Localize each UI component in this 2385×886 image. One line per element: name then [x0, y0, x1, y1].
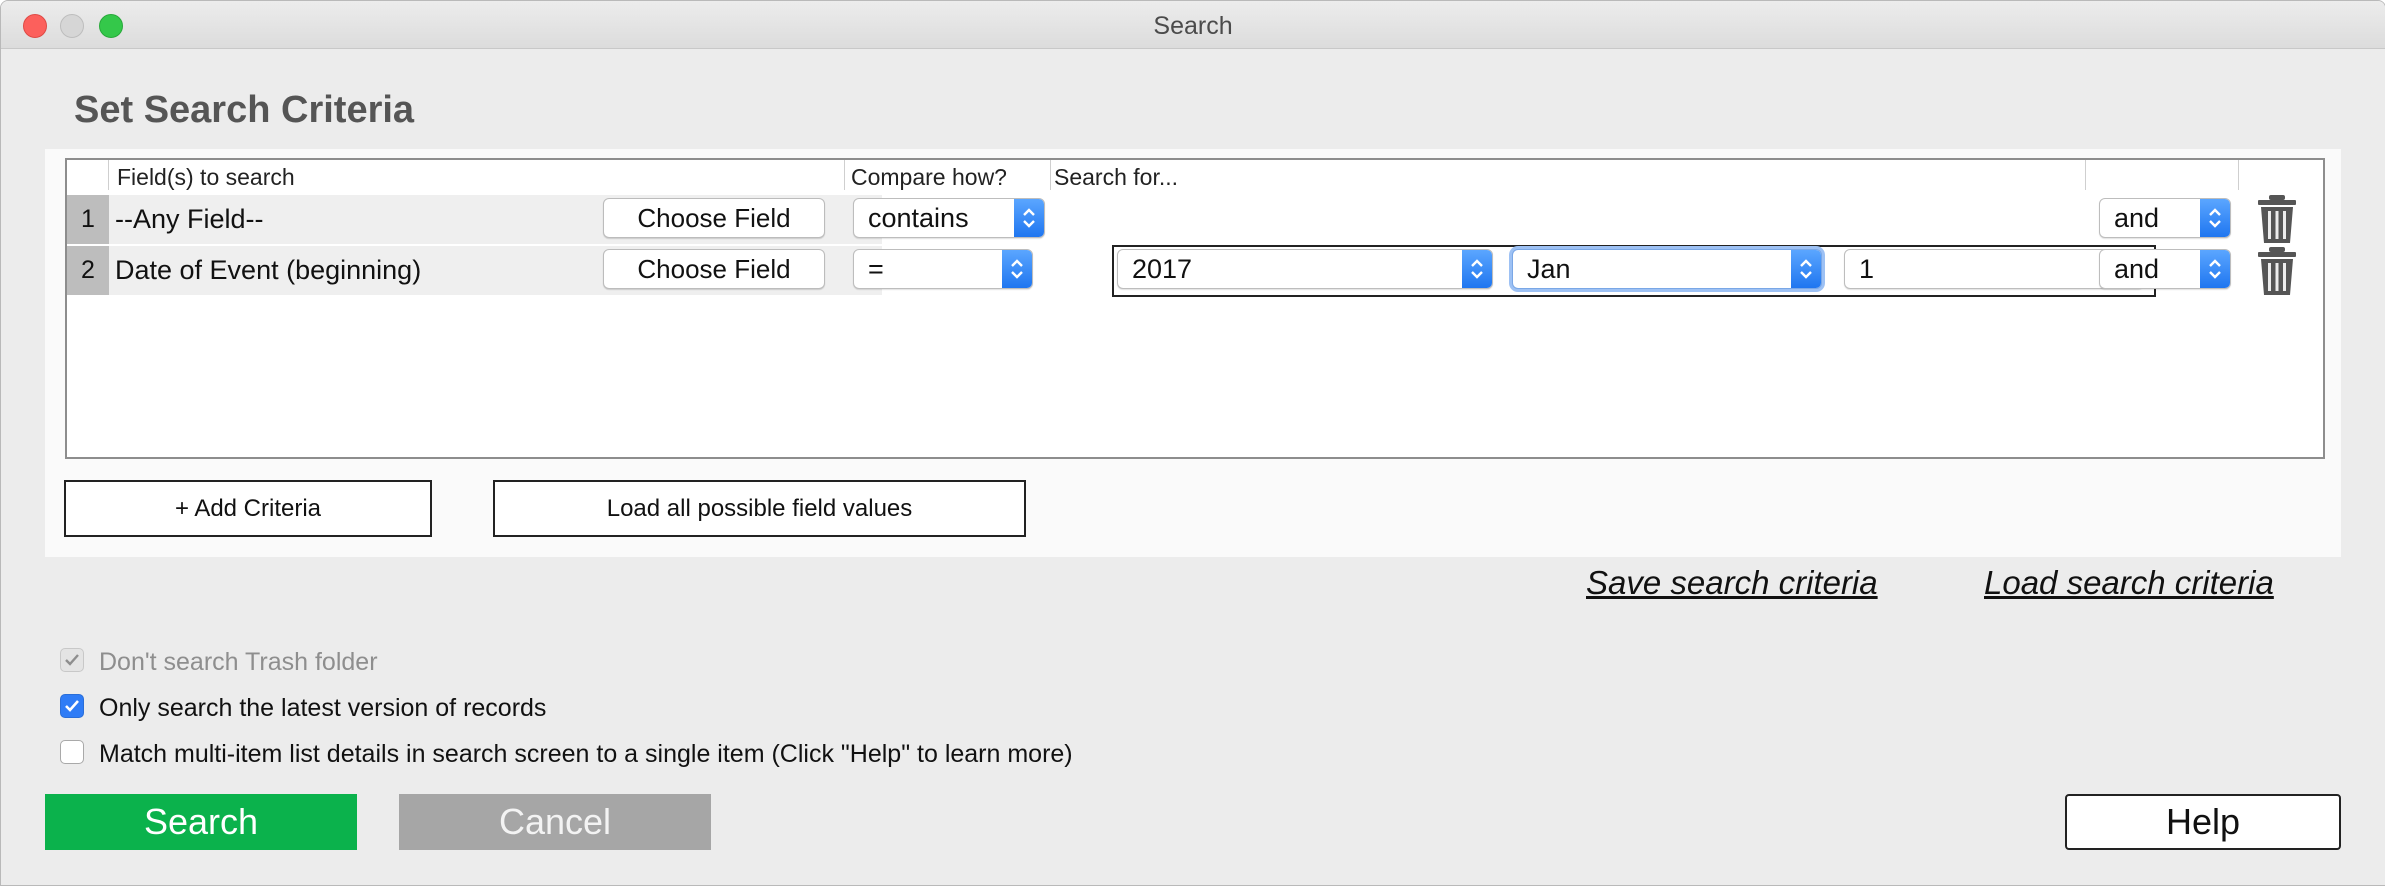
column-divider [2238, 160, 2239, 190]
month-select[interactable]: Jan [1512, 249, 1822, 289]
load-search-criteria-link[interactable]: Load search criteria [1984, 564, 2274, 602]
dont-search-trash-checkbox [60, 648, 84, 672]
conjunction-value: and [2114, 203, 2160, 233]
chevron-updown-icon [2200, 199, 2230, 237]
column-header-fields: Field(s) to search [117, 164, 295, 190]
date-value-group: 2017 Jan 1 [1112, 245, 2156, 297]
year-select[interactable]: 2017 [1117, 249, 1493, 289]
field-name: Date of Event (beginning) [115, 255, 422, 285]
compare-select[interactable]: contains [853, 198, 1045, 238]
conjunction-select[interactable]: and [2099, 249, 2231, 289]
chevron-updown-icon [2200, 250, 2230, 288]
conjunction-value: and [2114, 254, 2160, 284]
choose-field-button[interactable]: Choose Field [603, 198, 825, 238]
chevron-updown-icon [1014, 199, 1044, 237]
latest-version-label: Only search the latest version of record… [99, 694, 547, 722]
latest-version-checkbox[interactable] [60, 694, 84, 718]
delete-row-trash-icon[interactable] [2255, 194, 2299, 244]
month-value: Jan [1527, 254, 1571, 284]
save-search-criteria-link[interactable]: Save search criteria [1586, 564, 1878, 602]
search-button[interactable]: Search [45, 794, 357, 850]
load-field-values-button[interactable]: Load all possible field values [493, 480, 1026, 537]
column-divider [108, 160, 109, 190]
match-multi-item-checkbox[interactable] [60, 740, 84, 764]
compare-select[interactable]: = [853, 249, 1033, 289]
title-bar: Search [1, 1, 2385, 49]
chevron-updown-icon [1791, 250, 1821, 288]
day-value: 1 [1859, 254, 1875, 284]
conjunction-select[interactable]: and [2099, 198, 2231, 238]
add-criteria-button[interactable]: + Add Criteria [64, 480, 432, 537]
chevron-updown-icon [1462, 250, 1492, 288]
column-header-compare: Compare how? [851, 164, 1007, 190]
year-value: 2017 [1132, 254, 1193, 284]
row-number: 2 [67, 246, 109, 295]
field-name: --Any Field-- [115, 204, 264, 234]
page-title: Set Search Criteria [74, 89, 415, 131]
row-number: 1 [67, 195, 109, 244]
column-header-search-for: Search for... [1054, 164, 1179, 190]
choose-field-button[interactable]: Choose Field [603, 249, 825, 289]
delete-row-trash-icon[interactable] [2255, 246, 2299, 296]
chevron-updown-icon [1002, 250, 1032, 288]
dont-search-trash-label: Don't search Trash folder [99, 648, 378, 676]
window-title: Search [1153, 12, 1233, 40]
help-button[interactable]: Help [2065, 794, 2341, 850]
criteria-table: Field(s) to search Compare how? Search f… [65, 158, 2325, 459]
match-multi-item-label: Match multi-item list details in search … [99, 740, 1073, 768]
compare-value: contains [868, 203, 969, 233]
cancel-button[interactable]: Cancel [399, 794, 711, 850]
column-divider [844, 160, 845, 190]
column-divider [2085, 160, 2086, 190]
search-dialog: Search Set Search Criteria Field(s) to s… [0, 0, 2385, 886]
compare-value: = [868, 254, 884, 284]
column-divider [1050, 160, 1051, 190]
